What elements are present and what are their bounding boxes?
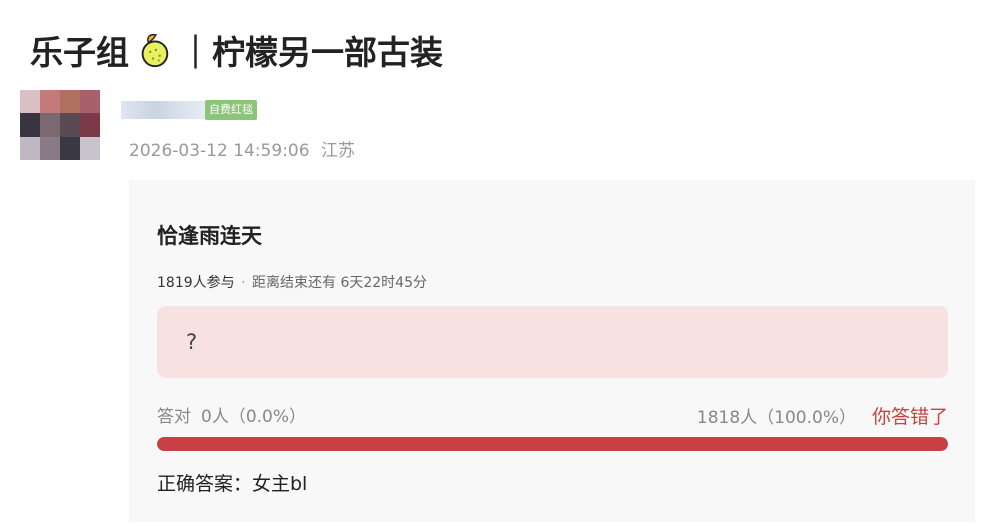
poll-option-text: ? (186, 330, 198, 354)
status-badge: 自费红毯 (205, 100, 257, 120)
title-separator: ｜ (179, 33, 212, 72)
correct-label: 答对 (157, 407, 191, 427)
result-status: 你答错了 (871, 406, 948, 428)
poll-stats: 1819人参与 · 距离结束还有 6天22时45分 (157, 272, 427, 292)
correct-stats: 答对 0人（0.0%） (157, 402, 306, 427)
group-name[interactable]: 乐子组 (30, 26, 129, 74)
stats-dot: · (241, 275, 246, 291)
post-location: 江苏 (320, 141, 355, 161)
post-meta: 2026-03-12 14:59:06 江苏 (129, 136, 355, 161)
post-title: 柠檬另一部古装 (212, 33, 443, 72)
poll-participants: 1819人参与 (157, 275, 235, 291)
post-title-row: 乐子组 ｜ 柠檬另一部古装 (30, 26, 443, 74)
avatar[interactable] (20, 90, 100, 160)
poll-card: 恰逢雨连天 1819人参与 · 距离结束还有 6天22时45分 ? 答对 0人（0… (129, 180, 975, 522)
correct-answer: 正确答案：女主bl (157, 473, 308, 495)
correct-count: 0人（0.0%） (201, 407, 307, 427)
result-progress-bar (157, 437, 948, 451)
wrong-stats: 1818人（100.0%） 你答错了 (697, 402, 948, 429)
lemon-icon (141, 33, 169, 68)
poll-option[interactable]: ? (157, 306, 948, 378)
result-progress-fill (157, 437, 948, 451)
poll-time-remaining: 距离结束还有 6天22时45分 (252, 275, 427, 291)
post-datetime: 2026-03-12 14:59:06 (129, 141, 310, 161)
wrong-count: 1818人（100.0%） (696, 408, 856, 428)
poll-title: 恰逢雨连天 (157, 224, 262, 248)
username-blurred[interactable] (121, 101, 205, 119)
